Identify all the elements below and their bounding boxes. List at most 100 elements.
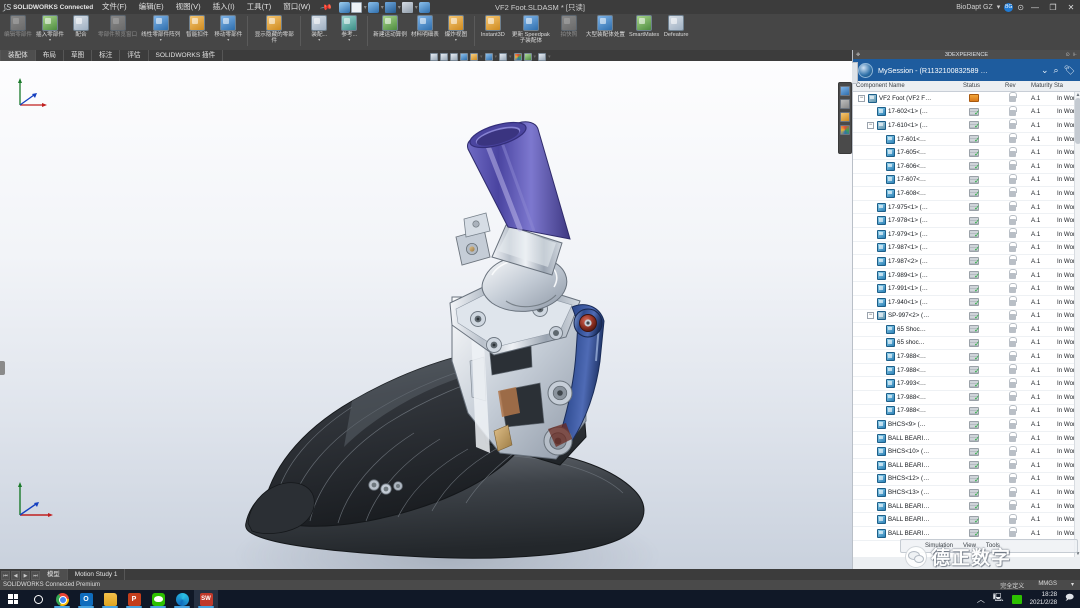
snapshot-button[interactable]: 拍快照 bbox=[554, 14, 584, 38]
caret-display[interactable]: ▾ bbox=[509, 54, 512, 60]
menu-insert[interactable]: 插入(I) bbox=[207, 0, 241, 14]
undo-icon[interactable] bbox=[419, 1, 431, 13]
appearance-icon[interactable] bbox=[513, 53, 522, 61]
tree-row[interactable]: 17-987<1> (… ✓ A.1 In Work bbox=[853, 241, 1080, 256]
zoom-to-fit-icon[interactable] bbox=[430, 53, 438, 61]
status-units-caret-icon[interactable]: ▾ bbox=[1071, 581, 1074, 590]
caret-scene[interactable]: ▾ bbox=[534, 54, 537, 60]
tree-row[interactable]: 17-988<… ✓ A.1 In Work bbox=[853, 391, 1080, 405]
panel-collapse-handle[interactable] bbox=[852, 62, 858, 84]
chevron-down-icon[interactable]: ▾ bbox=[348, 38, 350, 42]
update-speedpak-button[interactable]: 更新 Speedpak 子装配体 bbox=[508, 14, 554, 45]
column-status[interactable]: Status bbox=[963, 83, 1005, 89]
column-maturity[interactable]: Maturity Sta bbox=[1031, 83, 1080, 89]
zoom-in-out-icon[interactable] bbox=[450, 53, 458, 61]
menu-file[interactable]: 文件(F) bbox=[96, 0, 133, 14]
reference-geometry-button[interactable]: 参考... ▾ bbox=[334, 14, 364, 42]
chevron-down-icon[interactable]: ▾ bbox=[227, 38, 229, 42]
view-settings-icon[interactable] bbox=[538, 53, 547, 61]
account-chevron-down-icon[interactable]: ▾ bbox=[997, 3, 1001, 11]
ribbon-tab-5[interactable]: SOLIDWORKS 插件 bbox=[149, 50, 224, 61]
maximize-button[interactable]: ❐ bbox=[1046, 3, 1060, 12]
caret-3[interactable]: ▾ bbox=[397, 4, 401, 11]
tree-scrollbar[interactable]: ▲ ▼ bbox=[1074, 92, 1080, 557]
collaborative-tasks-icon[interactable] bbox=[840, 125, 850, 135]
ribbon-tab-4[interactable]: 评估 bbox=[120, 50, 149, 61]
tree-row[interactable]: 17-989<1> (… ✓ A.1 In Work bbox=[853, 269, 1080, 283]
panel-pin-icon[interactable]: ⊩ bbox=[1073, 52, 1077, 58]
tree-row[interactable]: BHCS<9> (… ✓ A.1 In Work bbox=[853, 418, 1080, 432]
nav-last-icon[interactable]: ⏭ bbox=[31, 570, 40, 580]
taskbar-app-chrome[interactable] bbox=[50, 590, 74, 608]
search-icon[interactable]: ⌕ bbox=[1054, 65, 1059, 76]
chevron-down-icon[interactable]: ▾ bbox=[160, 38, 162, 42]
tree-row[interactable]: BALL BEARI… ✓ A.1 In Work bbox=[853, 500, 1080, 514]
ribbon-tab-2[interactable]: 草图 bbox=[64, 50, 93, 61]
chevron-down-icon[interactable]: ⌄ bbox=[1041, 65, 1049, 76]
large-assembly-button[interactable]: 大型装配体处置 bbox=[584, 14, 627, 38]
simulation-label[interactable]: Simulation bbox=[925, 543, 953, 549]
tree-row[interactable]: BHCS<10> (… ✓ A.1 In Work bbox=[853, 445, 1080, 460]
taskbar-app-powerpoint[interactable]: P bbox=[122, 590, 146, 608]
menu-tools[interactable]: 工具(T) bbox=[241, 0, 278, 14]
help-icon[interactable]: ⊙ bbox=[1017, 3, 1024, 12]
instant3d-button[interactable]: Instant3D bbox=[478, 14, 508, 38]
tree-row[interactable]: BALL BEARI… ✓ A.1 In Work bbox=[853, 513, 1080, 527]
sync-icon[interactable] bbox=[1011, 594, 1022, 604]
tree-expander-icon[interactable]: − bbox=[858, 94, 865, 102]
print-icon[interactable] bbox=[402, 1, 414, 13]
nav-next-icon[interactable]: ▶ bbox=[21, 570, 30, 580]
graphics-viewport[interactable] bbox=[0, 61, 852, 569]
section-view-icon[interactable] bbox=[470, 53, 478, 61]
move-component-button[interactable]: 移动零部件 ▾ bbox=[212, 14, 244, 42]
tree-row[interactable]: −17-610<1> (… ✓ A.1 In Work bbox=[853, 119, 1080, 133]
taskbar-clock[interactable]: 18:28 2021/2/28 bbox=[1030, 591, 1058, 607]
pushpin-icon[interactable]: 📌 bbox=[320, 0, 333, 13]
edit-component-button[interactable]: 编辑零部件 bbox=[2, 14, 34, 38]
tree-row[interactable]: 17-991<1> (… ✓ A.1 In Work bbox=[853, 282, 1080, 296]
tree-row[interactable]: − VF2 Foot (VF2 F… A.1 In Work bbox=[853, 92, 1080, 106]
column-component-name[interactable]: Component Name bbox=[853, 83, 963, 89]
tab-model[interactable]: 模型 bbox=[40, 569, 68, 580]
smartmates-button[interactable]: SmartMates bbox=[627, 14, 661, 38]
caret-4[interactable]: ▾ bbox=[414, 4, 418, 11]
taskbar-app-outlook[interactable]: O bbox=[74, 590, 98, 608]
nav-prev-icon[interactable]: ◀ bbox=[11, 570, 20, 580]
caret-orientation[interactable]: ▾ bbox=[495, 54, 498, 60]
tree-row[interactable]: − SP-997<2> (… ✓ A.1 In Work bbox=[853, 309, 1080, 324]
tree-row[interactable]: BHCS<12> (… ✓ A.1 In Work bbox=[853, 472, 1080, 487]
insert-component-button[interactable]: 插入零部件 ▾ bbox=[34, 14, 66, 42]
taskbar-app-edge[interactable] bbox=[170, 590, 194, 608]
avatar[interactable]: BG bbox=[1004, 2, 1014, 12]
scrollbar-thumb[interactable] bbox=[1075, 98, 1080, 144]
save-icon[interactable] bbox=[385, 1, 397, 13]
tree-row[interactable]: 65 Shoc… ✓ A.1 In Work bbox=[853, 323, 1080, 337]
tree-row[interactable]: 17-602<1> (… ✓ A.1 In Work bbox=[853, 105, 1080, 120]
tree-row[interactable]: 17-987<2> (… ✓ A.1 In Work bbox=[853, 255, 1080, 269]
caret-1[interactable]: ▾ bbox=[363, 4, 367, 11]
view-label[interactable]: View bbox=[963, 543, 976, 549]
home-icon[interactable] bbox=[339, 1, 351, 13]
account-label[interactable]: BioDapt GZ bbox=[956, 4, 993, 11]
caret-section[interactable]: ▾ bbox=[480, 54, 483, 60]
status-units[interactable]: MMGS bbox=[1038, 581, 1057, 590]
show-hidden-button[interactable]: 显示隐藏的零部件 bbox=[251, 14, 297, 45]
tree-row[interactable]: 17-606<… ✓ A.1 In Work bbox=[853, 160, 1080, 174]
bookmark-icon[interactable] bbox=[840, 99, 850, 109]
tree-row[interactable]: 17-608<… ✓ A.1 In Work bbox=[853, 187, 1080, 201]
windows-start-icon[interactable] bbox=[0, 594, 26, 604]
tag-icon[interactable]: 🏷 bbox=[1064, 65, 1075, 76]
chevron-down-icon[interactable]: ▾ bbox=[49, 38, 51, 42]
minimize-button[interactable]: — bbox=[1028, 3, 1042, 12]
tree-row[interactable]: 17-993<… ✓ A.1 In Work bbox=[853, 377, 1080, 392]
tree-row[interactable]: BALL BEARI… ✓ A.1 In Work bbox=[853, 459, 1080, 473]
tree-row[interactable]: 17-988<… ✓ A.1 In Work bbox=[853, 404, 1080, 419]
tree-row[interactable]: 17-975<1> (… ✓ A.1 In Work bbox=[853, 201, 1080, 215]
network-icon[interactable]: 🖳 bbox=[993, 592, 1004, 606]
new-motion-study-button[interactable]: 新建运动算例 bbox=[371, 14, 409, 38]
caret-settings[interactable]: ▾ bbox=[548, 54, 551, 60]
zoom-to-area-icon[interactable] bbox=[440, 53, 448, 61]
ribbon-tab-0[interactable]: 装配体 bbox=[0, 50, 36, 61]
tree-row[interactable]: 17-988<… ✓ A.1 In Work bbox=[853, 364, 1080, 378]
scene-icon[interactable] bbox=[523, 53, 532, 61]
